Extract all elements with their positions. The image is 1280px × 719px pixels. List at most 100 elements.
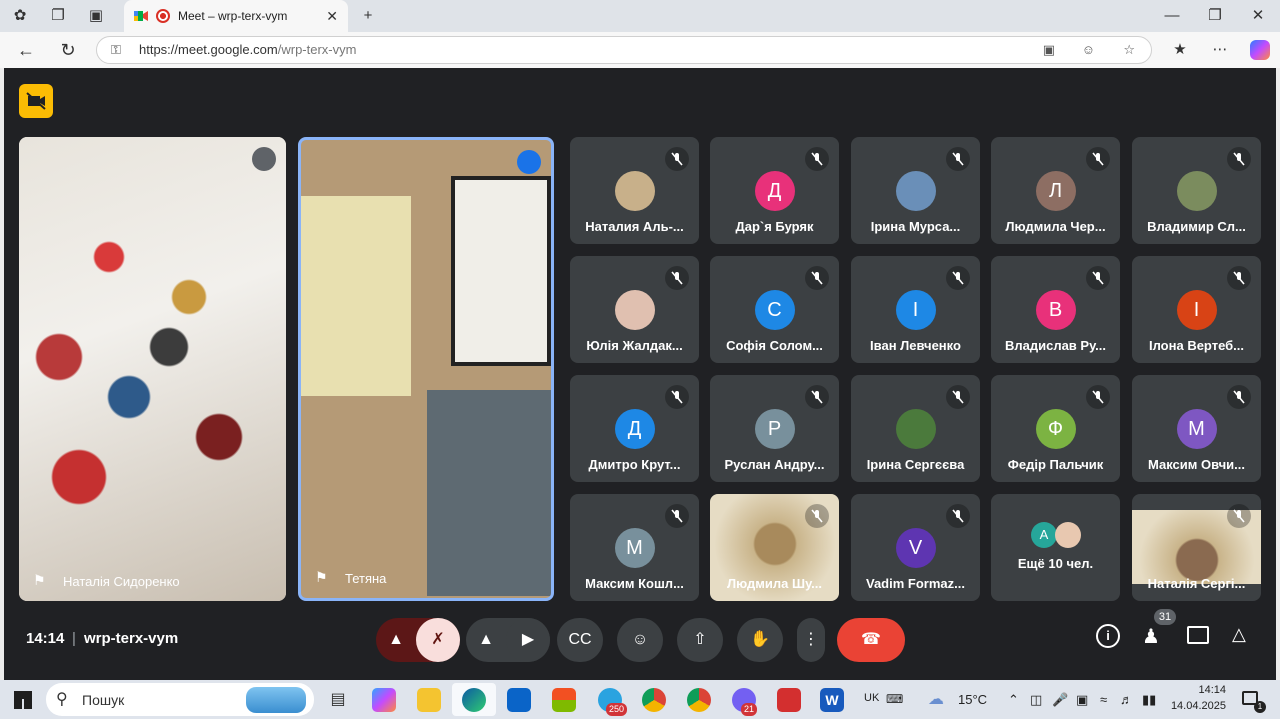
leave-call-button[interactable]: ☎: [837, 618, 905, 662]
chat-icon[interactable]: [1187, 626, 1209, 644]
favorite-star-icon[interactable]: ☆: [1123, 37, 1135, 63]
camera-in-use-icon[interactable]: ▣: [1043, 37, 1055, 63]
edge-icon[interactable]: [462, 688, 486, 712]
task-view-icon[interactable]: ▤: [326, 688, 350, 712]
participant-tile[interactable]: Ірина Сергєєва: [851, 375, 980, 482]
participant-name: Наталія Сергі...: [1147, 576, 1246, 591]
video-frame: [19, 137, 286, 601]
clock-time[interactable]: 14:14: [1180, 684, 1226, 696]
participant-tile[interactable]: Ірина Мурса...: [851, 137, 980, 244]
participant-name: Максим Кошл...: [585, 576, 684, 591]
show-hidden-icons[interactable]: ⌃: [1008, 680, 1019, 719]
microphone-icon[interactable]: 🎤: [1052, 680, 1068, 719]
new-tab-icon[interactable]: +: [358, 6, 378, 26]
chrome-profile-icon[interactable]: [687, 688, 711, 712]
battery-icon[interactable]: ▮▮: [1142, 680, 1156, 719]
tab-meet[interactable]: Meet – wrp-terx-vym ✕: [124, 0, 348, 32]
participant-tile[interactable]: С Софія Солом...: [710, 256, 839, 363]
participant-tile[interactable]: A Ещё 10 чел.: [991, 494, 1120, 601]
audio-options-icon[interactable]: ▲: [376, 618, 416, 662]
participant-tile[interactable]: Д Дмитро Крут...: [570, 375, 699, 482]
info-icon[interactable]: i: [1096, 624, 1120, 648]
video-tile-speaking[interactable]: ⚑ Тетяна: [298, 137, 554, 601]
participant-name: Дар`я Буряк: [735, 219, 814, 234]
raise-hand-button[interactable]: ✋: [737, 618, 783, 662]
poster-right: [451, 176, 551, 366]
participant-name: Наталия Аль-...: [585, 219, 684, 234]
avatar: [614, 171, 655, 211]
avatar: Д: [614, 409, 655, 449]
participant-tile[interactable]: Наталия Аль-...: [570, 137, 699, 244]
video-options-icon[interactable]: ▲: [466, 618, 506, 662]
participant-tile[interactable]: Юлія Жалдак...: [570, 256, 699, 363]
maximize-icon[interactable]: ❐: [1205, 6, 1225, 26]
start-icon[interactable]: [14, 691, 32, 709]
copilot-app-icon[interactable]: [372, 688, 396, 712]
recording-icon: [156, 9, 170, 23]
captions-button[interactable]: CC: [557, 618, 603, 662]
participant-tile[interactable]: Людмила Шу...: [710, 494, 839, 601]
more-options-button[interactable]: ⋮: [797, 618, 825, 662]
avatar: І: [1176, 290, 1217, 330]
search-box[interactable]: ⚲ Пошук: [46, 683, 314, 716]
copilot-icon[interactable]: [1250, 40, 1270, 60]
participant-tile[interactable]: Наталія Сергі...: [1132, 494, 1261, 601]
participant-name: Людмила Чер...: [1005, 219, 1106, 234]
people-icon[interactable]: ♟: [1142, 624, 1160, 649]
participant-tile[interactable]: І Ілона Вертеб...: [1132, 256, 1261, 363]
volume-icon[interactable]: ♬: [1120, 680, 1133, 719]
chrome-icon[interactable]: [642, 688, 666, 712]
participant-name: Наталія Сидоренко: [63, 574, 180, 589]
device-icon[interactable]: ◫: [1030, 680, 1042, 719]
pin-icon[interactable]: ⚑: [315, 569, 328, 586]
participant-tile[interactable]: Л Людмила Чер...: [991, 137, 1120, 244]
refresh-icon[interactable]: ↻: [58, 40, 78, 60]
language-indicator[interactable]: UK: [864, 680, 879, 719]
telegram-badge: 250: [606, 703, 628, 716]
participant-tile[interactable]: Р Руслан Андру...: [710, 375, 839, 482]
workspaces-icon[interactable]: ❐: [48, 6, 68, 26]
avatar: Д: [754, 171, 795, 211]
participant-tile[interactable]: Ф Федір Пальчик: [991, 375, 1120, 482]
participant-tile[interactable]: І Іван Левченко: [851, 256, 980, 363]
file-explorer-icon[interactable]: [417, 688, 441, 712]
camera-button[interactable]: ▶: [506, 618, 550, 662]
notifications-badge: 1: [1254, 701, 1266, 713]
close-tab-icon[interactable]: ✕: [326, 8, 338, 25]
browser-tab-bar: ✿ ❐ ▣ Meet – wrp-terx-vym ✕ + — ❐ ✕: [0, 0, 1280, 32]
activities-icon[interactable]: △: [1232, 624, 1246, 645]
emoji-button[interactable]: ☺: [617, 618, 663, 662]
participant-tile[interactable]: В Владислав Ру...: [991, 256, 1120, 363]
word-icon[interactable]: W: [820, 688, 844, 712]
outlook-icon[interactable]: [507, 688, 531, 712]
present-button[interactable]: ⇧: [677, 618, 723, 662]
muted-mic-icon: [946, 266, 970, 290]
minimize-icon[interactable]: —: [1162, 6, 1182, 26]
participant-tile[interactable]: Владимир Сл...: [1132, 137, 1261, 244]
keyboard-icon[interactable]: ⌨: [886, 680, 903, 719]
close-window-icon[interactable]: ✕: [1248, 6, 1268, 26]
participant-tile[interactable]: Д Дар`я Буряк: [710, 137, 839, 244]
pin-icon[interactable]: ⚑: [33, 572, 46, 589]
url-field[interactable]: ⚿ https://meet.google.com/wrp-terx-vym ▣…: [96, 36, 1152, 64]
wifi-icon[interactable]: ≈: [1100, 680, 1107, 719]
tab-actions-icon[interactable]: ▣: [86, 6, 106, 26]
back-icon[interactable]: ←: [16, 40, 36, 60]
participant-tile[interactable]: М Максим Кошл...: [570, 494, 699, 601]
weather-temp[interactable]: 15°C: [958, 680, 987, 719]
reader-icon[interactable]: ☺: [1082, 37, 1095, 63]
mic-off-button[interactable]: ✗: [416, 618, 460, 662]
favorites-icon[interactable]: ★: [1170, 40, 1190, 60]
participant-tile[interactable]: М Максим Овчи...: [1132, 375, 1261, 482]
video-tile-large[interactable]: ⚑ Наталія Сидоренко: [19, 137, 286, 601]
clock-date[interactable]: 14.04.2025: [1164, 700, 1226, 712]
pdf-reader-icon[interactable]: [777, 688, 801, 712]
participant-tile[interactable]: V Vadim Formaz...: [851, 494, 980, 601]
camera-off-notice-icon[interactable]: [19, 84, 53, 118]
camera-tray-icon[interactable]: ▣: [1076, 680, 1088, 719]
more-menu-icon[interactable]: ⋯: [1210, 40, 1230, 60]
store-icon[interactable]: [552, 688, 576, 712]
display-board: [427, 390, 551, 596]
profile-icon[interactable]: ✿: [10, 6, 30, 26]
address-bar-row: ← ↻ ⚿ https://meet.google.com/wrp-terx-v…: [0, 32, 1280, 68]
